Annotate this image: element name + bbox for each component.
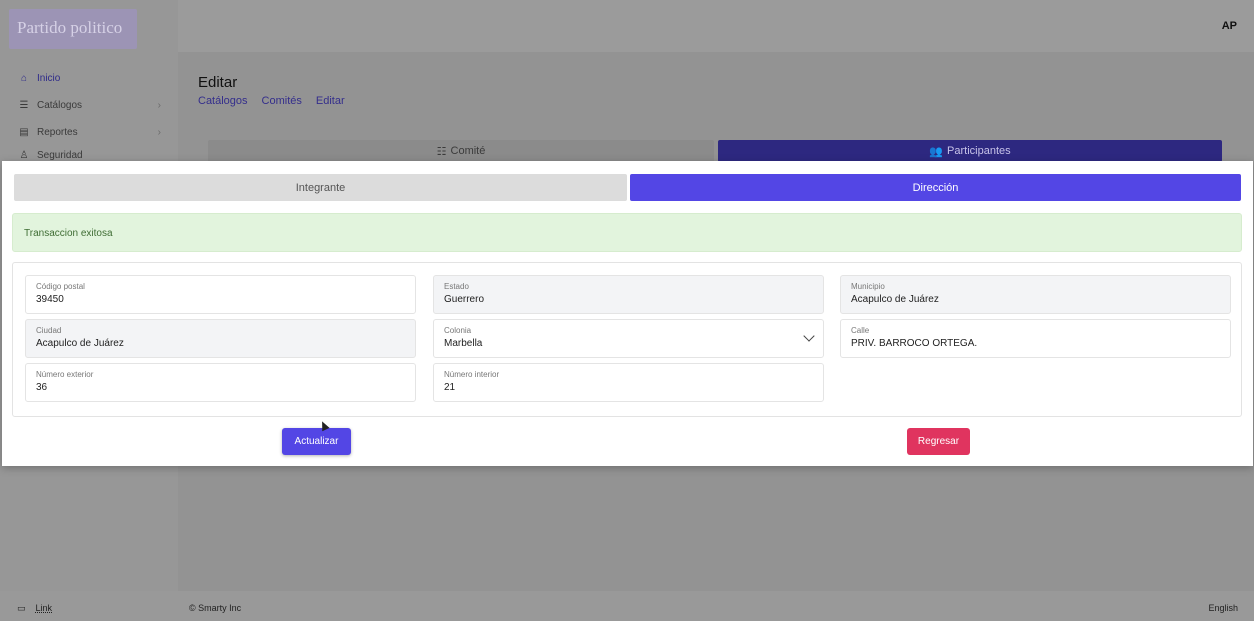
field-value: Acapulco de Juárez — [36, 338, 124, 349]
street-field[interactable]: Calle PRIV. BARROCO ORTEGA. — [840, 319, 1231, 358]
back-button[interactable]: Regresar — [907, 428, 970, 455]
sidebar-item-inicio[interactable]: ⌂ Inicio — [17, 69, 167, 87]
chevron-right-icon: › — [157, 99, 161, 111]
state-field[interactable]: Estado Guerrero — [433, 275, 824, 314]
field-label: Estado — [444, 282, 469, 291]
tab-direccion[interactable]: Dirección — [630, 174, 1241, 201]
copyright: © Smarty Inc — [189, 603, 242, 613]
breadcrumb-item[interactable]: Catálogos — [198, 95, 248, 107]
tab-participantes[interactable]: 👥 Participantes — [718, 140, 1222, 162]
footer: ▭ Link © Smarty Inc English — [0, 591, 1254, 621]
app-logo[interactable]: Partido politico — [9, 9, 137, 49]
breadcrumb-item[interactable]: Editar — [316, 95, 345, 107]
field-label: Municipio — [851, 282, 885, 291]
field-label: Código postal — [36, 282, 85, 291]
security-icon: ♙ — [19, 150, 29, 161]
footer-link[interactable]: ▭ Link — [17, 603, 52, 614]
tab-label: Comité — [450, 145, 486, 157]
postal-code-field[interactable]: Código postal 39450 — [25, 275, 416, 314]
field-label: Número interior — [444, 370, 500, 379]
breadcrumb-item[interactable]: Comités — [262, 95, 302, 107]
sidebar-item-label: Seguridad — [37, 150, 83, 161]
municipality-field[interactable]: Municipio Acapulco de Juárez — [840, 275, 1231, 314]
tab-comite[interactable]: ☷ Comité — [208, 140, 714, 162]
field-value: 21 — [444, 382, 456, 393]
home-icon: ⌂ — [20, 72, 28, 84]
field-label: Ciudad — [36, 326, 62, 335]
sidebar-item-label: Inicio — [37, 72, 61, 84]
language-selector[interactable]: English — [1208, 603, 1238, 613]
address-modal: Integrante Dirección Transaccion exitosa… — [2, 161, 1253, 466]
field-value: 39450 — [36, 294, 64, 305]
neighborhood-select[interactable]: Colonia Marbella — [433, 319, 824, 358]
report-icon: ▤ — [19, 126, 29, 138]
link-icon: ▭ — [17, 603, 26, 613]
users-icon: 👥 — [929, 145, 944, 158]
sidebar-item-catalogos[interactable]: ☰ Catálogos › — [17, 96, 167, 114]
catalog-icon: ☰ — [19, 99, 29, 111]
footer-link-label: Link — [35, 603, 53, 613]
page-title: Editar — [198, 74, 238, 91]
field-label: Colonia — [444, 326, 472, 335]
field-value: 36 — [36, 382, 48, 393]
field-label: Número exterior — [36, 370, 94, 379]
user-avatar[interactable]: AP — [1222, 20, 1237, 32]
sidebar-item-label: Catálogos — [37, 99, 83, 111]
field-value: Guerrero — [444, 294, 485, 305]
sidebar-item-seguridad[interactable]: ♙ Seguridad — [17, 150, 167, 161]
page-tabs: ☷ Comité 👥 Participantes — [208, 140, 1222, 162]
list-icon: ☷ — [436, 145, 447, 158]
chevron-right-icon: › — [157, 126, 161, 138]
sidebar-item-reportes[interactable]: ▤ Reportes › — [17, 123, 167, 141]
tab-integrante[interactable]: Integrante — [14, 174, 627, 201]
top-bar: AP — [178, 0, 1254, 52]
city-field[interactable]: Ciudad Acapulco de Juárez — [25, 319, 416, 358]
field-value: Marbella — [444, 338, 483, 349]
exterior-number-field[interactable]: Número exterior 36 — [25, 363, 416, 402]
breadcrumb: Catálogos Comités Editar — [198, 95, 345, 107]
sidebar-item-label: Reportes — [37, 126, 78, 138]
field-value: Acapulco de Juárez — [851, 294, 939, 305]
update-button[interactable]: Actualizar — [282, 428, 351, 455]
address-form: Código postal 39450 Estado Guerrero Muni… — [12, 262, 1242, 417]
modal-tabs: Integrante Dirección — [14, 174, 1241, 201]
success-alert: Transaccion exitosa — [12, 213, 1242, 252]
interior-number-field[interactable]: Número interior 21 — [433, 363, 824, 402]
field-value: PRIV. BARROCO ORTEGA. — [851, 338, 978, 349]
field-label: Calle — [851, 326, 870, 335]
tab-label: Participantes — [947, 145, 1011, 157]
